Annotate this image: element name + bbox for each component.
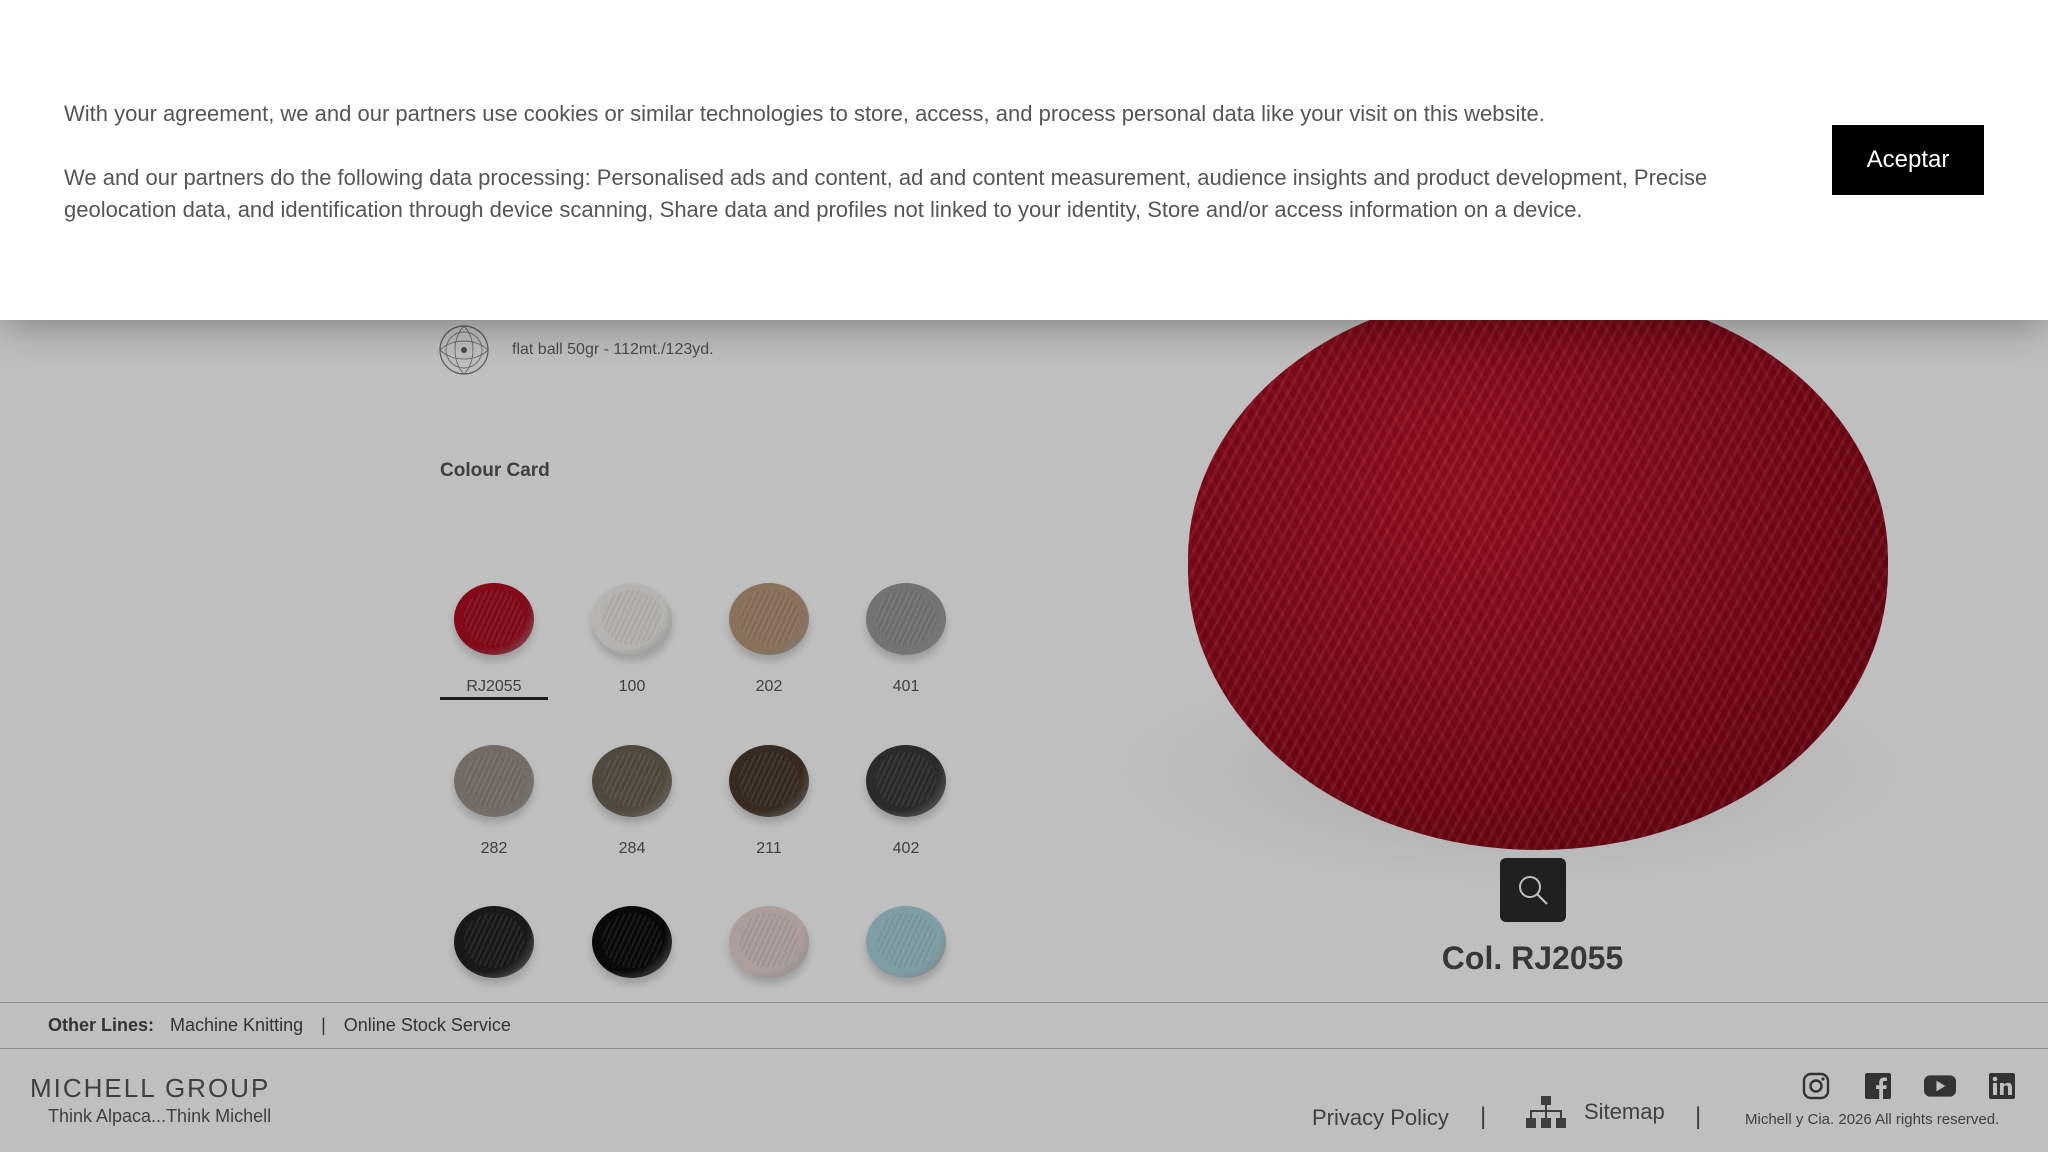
cookie-consent-banner: With your agreement, we and our partners… — [0, 0, 2048, 320]
other-lines-label: Other Lines: — [48, 1015, 155, 1035]
separator: | — [321, 1015, 326, 1035]
product-image — [1070, 290, 1910, 910]
swatch-code: 100 — [618, 678, 646, 695]
online-stock-service-link[interactable]: Online Stock Service — [344, 1015, 511, 1036]
cookie-paragraph: With your agreement, we and our partners… — [64, 101, 1545, 126]
swatch-code: 402 — [892, 840, 920, 857]
selected-colour-name: Col. RJ2055 — [1441, 940, 1624, 976]
other-lines-bar: Other Lines: Machine Knitting | Online S… — [0, 1002, 2048, 1049]
social-links — [1800, 1071, 2018, 1101]
cookie-paragraph: We and our partners do the following dat… — [64, 165, 1708, 222]
colour-card-title: Colour Card — [440, 460, 550, 481]
tagline: Think Alpaca...Think Michell — [48, 1106, 272, 1126]
colour-swatch[interactable]: 401 — [852, 575, 960, 715]
flat-ball-icon — [439, 325, 489, 375]
facebook-icon[interactable] — [1862, 1071, 1894, 1101]
swatch-ball-image — [592, 583, 672, 655]
swatch-code: 202 — [755, 678, 783, 695]
swatch-ball-image — [866, 906, 946, 978]
sitemap-label: Sitemap — [1584, 1099, 1665, 1124]
machine-knitting-link[interactable]: Machine Knitting — [170, 1015, 303, 1036]
colour-swatch[interactable]: 202 — [715, 575, 823, 715]
swatch-code: 401 — [892, 678, 920, 695]
swatch-ball-image — [729, 906, 809, 978]
instagram-icon[interactable] — [1800, 1071, 1832, 1101]
selected-underline — [440, 697, 548, 700]
swatch-ball-image — [866, 745, 946, 817]
swatch-ball-image — [592, 745, 672, 817]
cookie-text: With your agreement, we and our partners… — [64, 98, 1764, 226]
separator: | — [1480, 1103, 1487, 1130]
swatch-code: RJ2055 — [466, 678, 522, 695]
youtube-icon[interactable] — [1924, 1071, 1956, 1101]
sitemap-link[interactable]: Sitemap — [1526, 1095, 1665, 1129]
privacy-policy-link[interactable]: Privacy Policy — [1312, 1105, 1449, 1131]
yarn-type: flat ball 50gr - 112mt./123yd. — [438, 324, 714, 376]
colour-swatch[interactable]: 402 — [852, 737, 960, 877]
separator: | — [1695, 1103, 1702, 1130]
swatch-code: 284 — [618, 840, 646, 857]
colour-swatch[interactable]: 100 — [578, 575, 686, 715]
footer: MICHELL GROUP Think Alpaca...Think Miche… — [0, 1049, 2048, 1152]
swatch-ball-image — [729, 745, 809, 817]
swatch-ball-image — [592, 906, 672, 978]
swatch-ball-image — [454, 745, 534, 817]
michell-group-logo[interactable]: MICHELL GROUP — [30, 1073, 270, 1104]
colour-swatch[interactable]: 282 — [440, 737, 548, 877]
swatch-ball-image — [866, 583, 946, 655]
colour-swatch[interactable]: RJ2055 — [440, 575, 548, 715]
colour-swatch[interactable]: 211 — [715, 737, 823, 877]
accept-cookies-button[interactable]: Aceptar — [1832, 125, 1984, 195]
sitemap-icon — [1526, 1096, 1566, 1128]
zoom-button[interactable] — [1500, 858, 1566, 922]
swatch-ball-image — [729, 583, 809, 655]
linkedin-icon[interactable] — [1986, 1071, 2018, 1101]
colour-swatch[interactable]: 284 — [578, 737, 686, 877]
copyright: Michell y Cia. 2026 All rights reserved. — [1745, 1111, 2000, 1128]
search-icon — [1519, 876, 1548, 905]
swatch-code: 282 — [480, 840, 508, 857]
swatch-ball-image — [454, 906, 534, 978]
yarn-ball-image — [1188, 290, 1888, 850]
swatch-code: 211 — [756, 840, 782, 857]
yarn-type-label: flat ball 50gr - 112mt./123yd. — [512, 341, 714, 358]
swatch-ball-image — [454, 583, 534, 655]
